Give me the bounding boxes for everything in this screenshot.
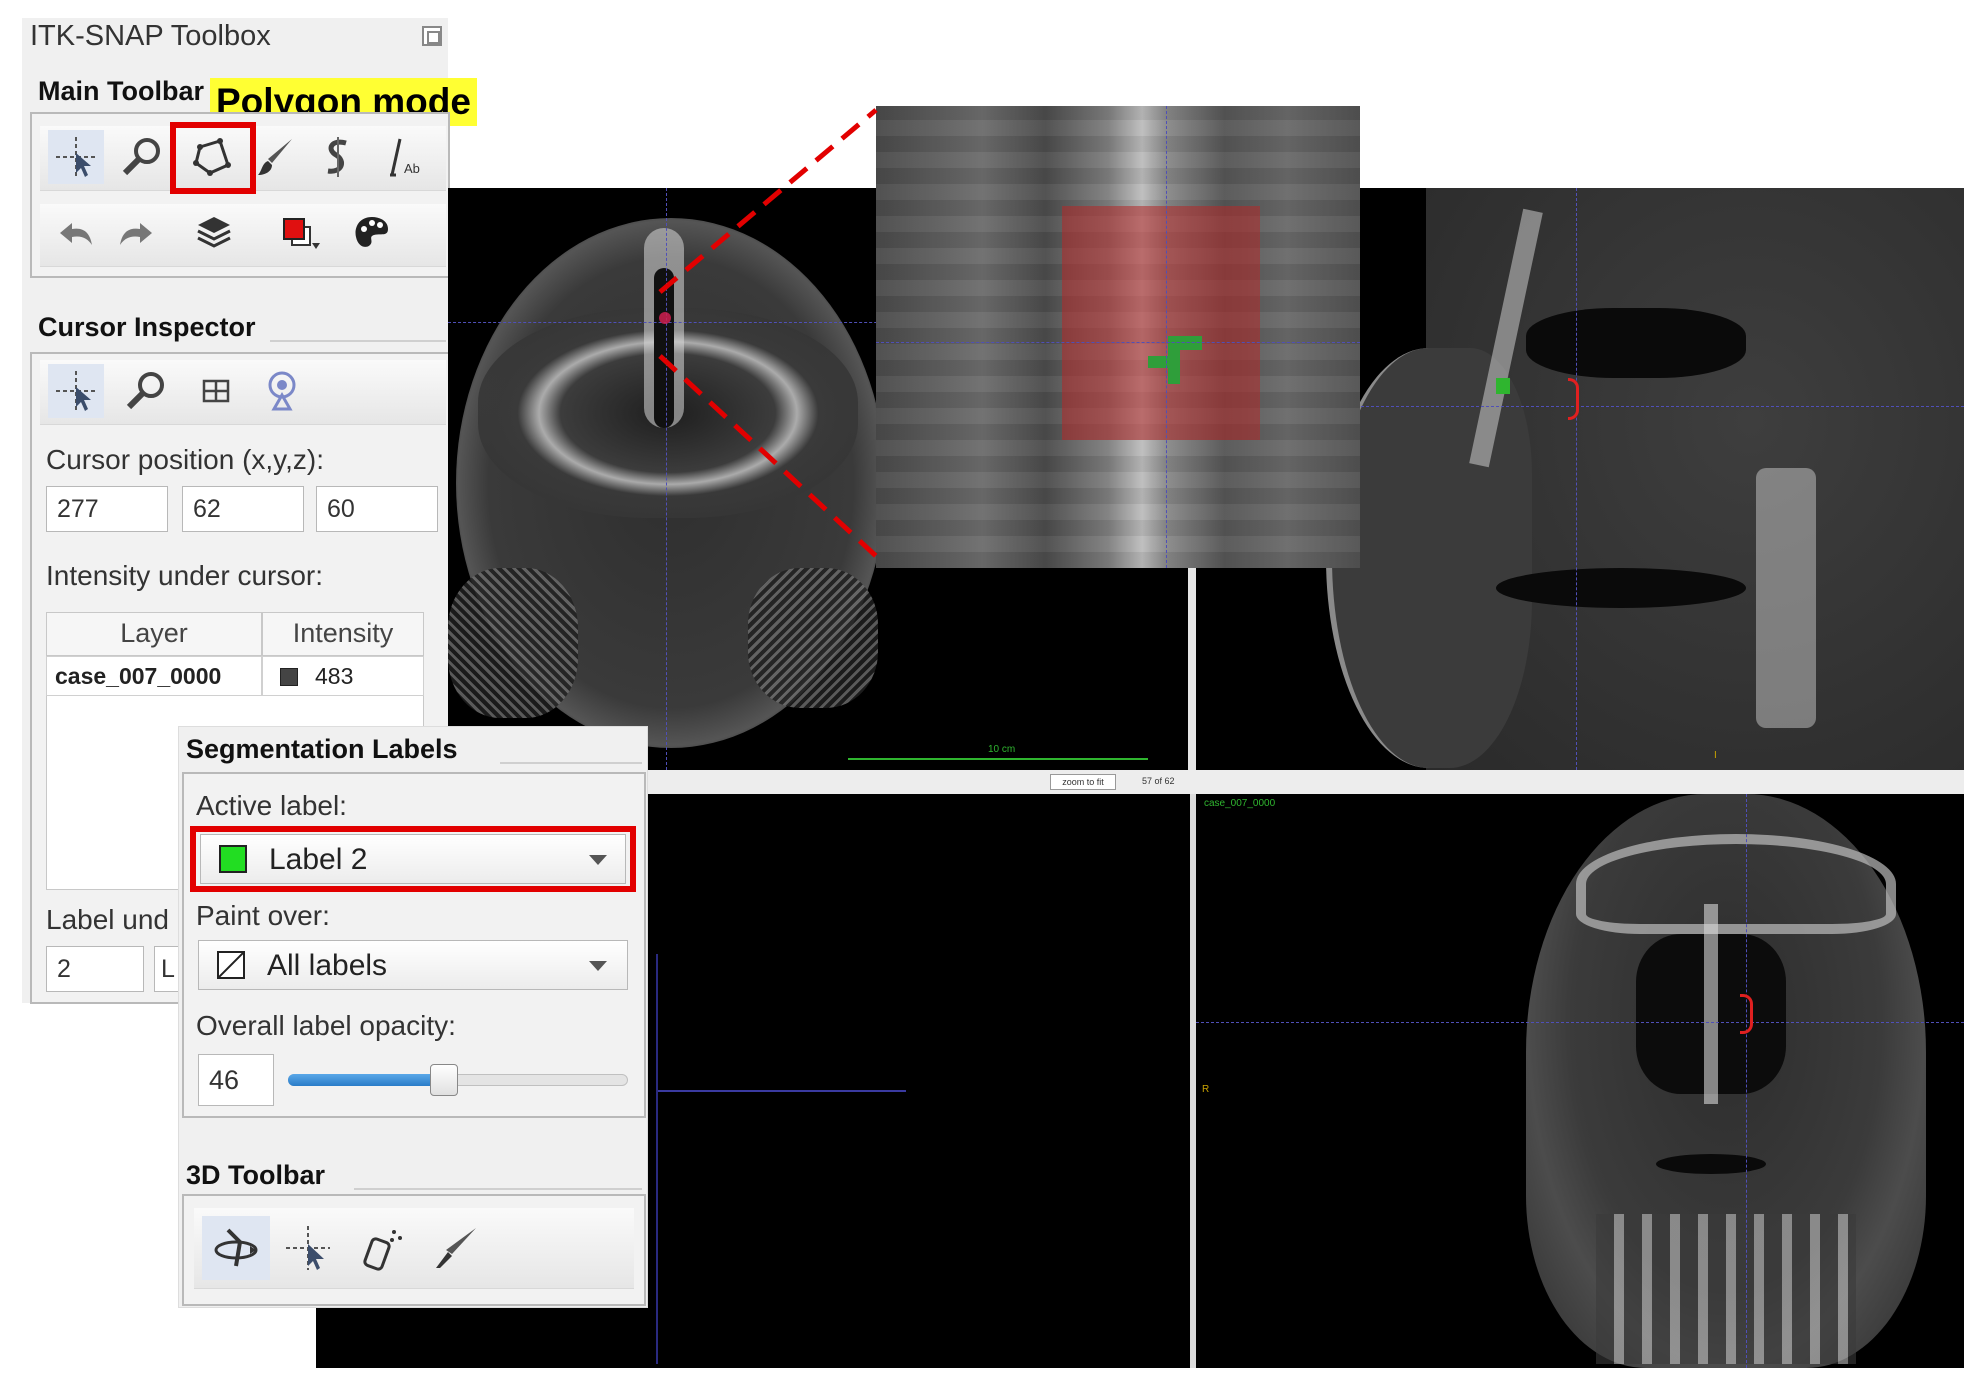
- section-divider: [354, 1188, 642, 1190]
- paint-over-value: All labels: [267, 949, 388, 982]
- segmentation-labels-title: Segmentation Labels: [186, 734, 458, 764]
- chevron-down-icon[interactable]: [589, 855, 607, 865]
- 3d-toolbar-title: 3D Toolbar: [186, 1160, 326, 1190]
- opacity-slider-fill: [288, 1074, 444, 1086]
- paint-over-title: Paint over:: [196, 900, 330, 931]
- active-label-title: Active label:: [196, 790, 347, 821]
- crosshair-3d-icon[interactable]: [276, 1216, 340, 1280]
- rotate-3d-icon[interactable]: [202, 1216, 270, 1280]
- opacity-title: Overall label opacity:: [196, 1010, 456, 1041]
- chevron-down-icon[interactable]: [589, 961, 607, 971]
- opacity-slider-thumb[interactable]: [430, 1064, 458, 1096]
- section-divider: [500, 762, 642, 764]
- scalpel-icon[interactable]: [424, 1216, 488, 1280]
- active-label-value: Label 2: [269, 843, 368, 876]
- opacity-value-field[interactable]: 46: [198, 1054, 274, 1106]
- active-label-dropdown[interactable]: Label 2: [200, 834, 626, 884]
- spray-icon[interactable]: [350, 1216, 414, 1280]
- paint-over-dropdown[interactable]: All labels: [198, 940, 628, 990]
- all-labels-icon: [217, 951, 245, 979]
- label-color-swatch: [219, 845, 247, 873]
